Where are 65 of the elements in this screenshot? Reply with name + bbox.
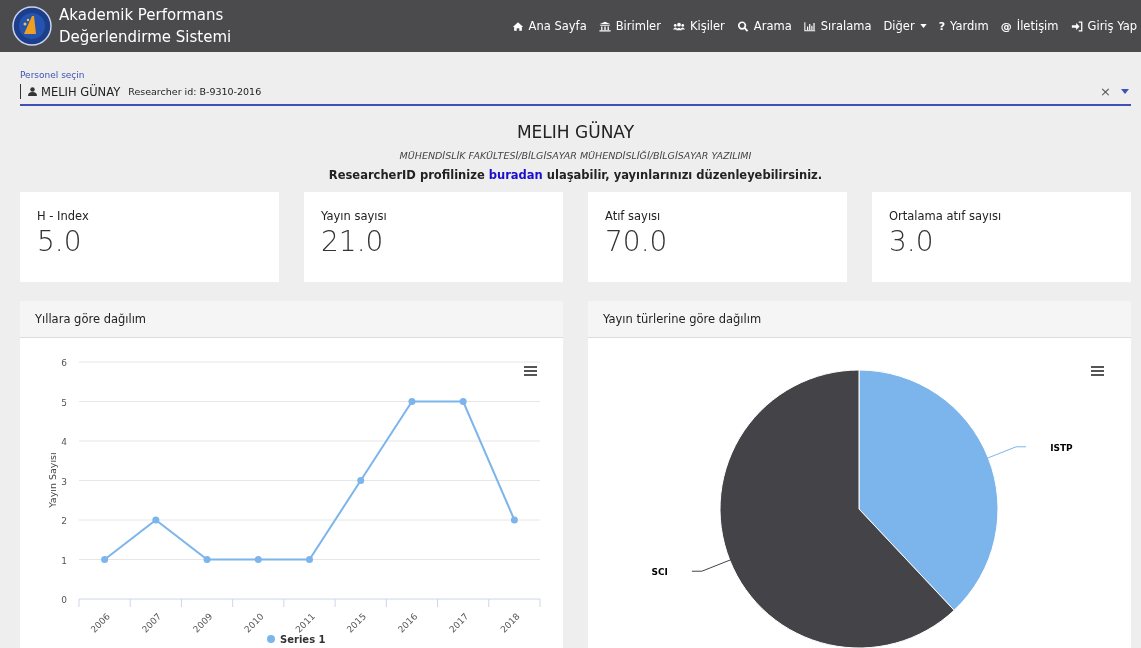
y-tick-label: 4 [61,437,67,447]
search-icon[interactable] [736,20,749,32]
clear-button[interactable]: × [1100,84,1111,99]
leader-line [691,558,733,572]
user-icon [28,87,37,96]
department: MÜHENDİSLİK FAKÜLTESİ/BİLGİSAYAR MÜHENDİSLİĞİ/BİLGİSAYAR YAZILIMI [399,150,752,161]
y-tick-label: 5 [61,397,67,408]
y-tick-label: 1 [61,555,67,566]
data-point [254,556,262,563]
sign-in-icon[interactable] [1070,20,1083,32]
y-tick-label: 2 [61,516,67,526]
person-name: MELIH GÜNAY [516,122,635,142]
data-point [408,398,416,405]
slice-label: SCI [651,567,668,578]
menu-icon[interactable] [1091,366,1104,376]
panel-title: Yayın türlerine göre dağılım [603,312,762,326]
nav-link[interactable]: Giriş Yap [1070,19,1137,33]
stat-value: 70.0 [605,225,669,258]
users-icon[interactable] [672,20,685,32]
brand-subtitle[interactable]: Değerlendirme Sistemi [59,26,232,48]
slice-label: ISTP [1050,442,1073,453]
researcher-id: Researcher id: B-9310-2016 [128,86,262,97]
profile-note: ResearcherID profilinize buradan ulaşabilir, yayınlarınızı düzenleyebilirsiniz. [328,168,823,182]
stat-value: 5.0 [37,225,83,258]
profile-link[interactable]: buradan [488,168,543,182]
data-point [459,398,467,405]
y-axis-title: Yayın Sayısı [47,452,58,508]
menu-icon[interactable] [524,366,537,376]
data-point [357,477,365,484]
leader-line [985,446,1027,460]
stat-label: Atıf sayısı [605,209,662,223]
nav-link[interactable]: ? Yardım [938,19,989,33]
caret-icon[interactable] [919,24,927,28]
nav-link[interactable]: Birimler [598,19,661,33]
panel-title: Yıllara göre dağılım [35,312,147,326]
select-label: Personel seçin [20,70,86,80]
home-icon[interactable] [511,20,524,32]
logo-icon [12,6,52,46]
nav-link[interactable]: Ana Sayfa [511,19,587,33]
selected-person: MELIH GÜNAY [41,84,121,99]
data-point [203,556,211,563]
stat-value: 21.0 [321,225,385,258]
nav-link[interactable]: @ İletişim [1000,19,1059,33]
y-tick-label: 6 [61,358,67,368]
building-icon[interactable] [598,20,611,32]
legend-label[interactable]: Series 1 [280,634,326,645]
nav-link[interactable]: Diğer [883,19,927,33]
legend-marker[interactable] [267,635,275,643]
nav-link[interactable]: Arama [736,19,792,33]
nav-link[interactable]: Kişiler [672,19,725,33]
caret-icon[interactable] [1121,89,1129,94]
data-point [152,516,160,524]
person-select[interactable]: Personel seçin MELIH GÜNAY Researcher id: B-9310-2016 × [20,66,1131,106]
stat-value: 3.0 [889,225,935,258]
y-tick-label: 0 [61,595,67,605]
nav-link[interactable]: Sıralama [803,19,872,33]
stat-label: Ortalama atıf sayısı [889,209,1003,223]
data-point [510,516,518,524]
stat-label: H - Index [37,209,90,223]
y-tick-label: 3 [61,476,67,487]
bar-chart-icon[interactable] [803,20,816,32]
data-point [306,556,313,563]
stat-label: Yayın sayısı [321,209,388,223]
brand-title[interactable]: Akademik Performans [59,4,232,26]
data-point [101,556,109,563]
